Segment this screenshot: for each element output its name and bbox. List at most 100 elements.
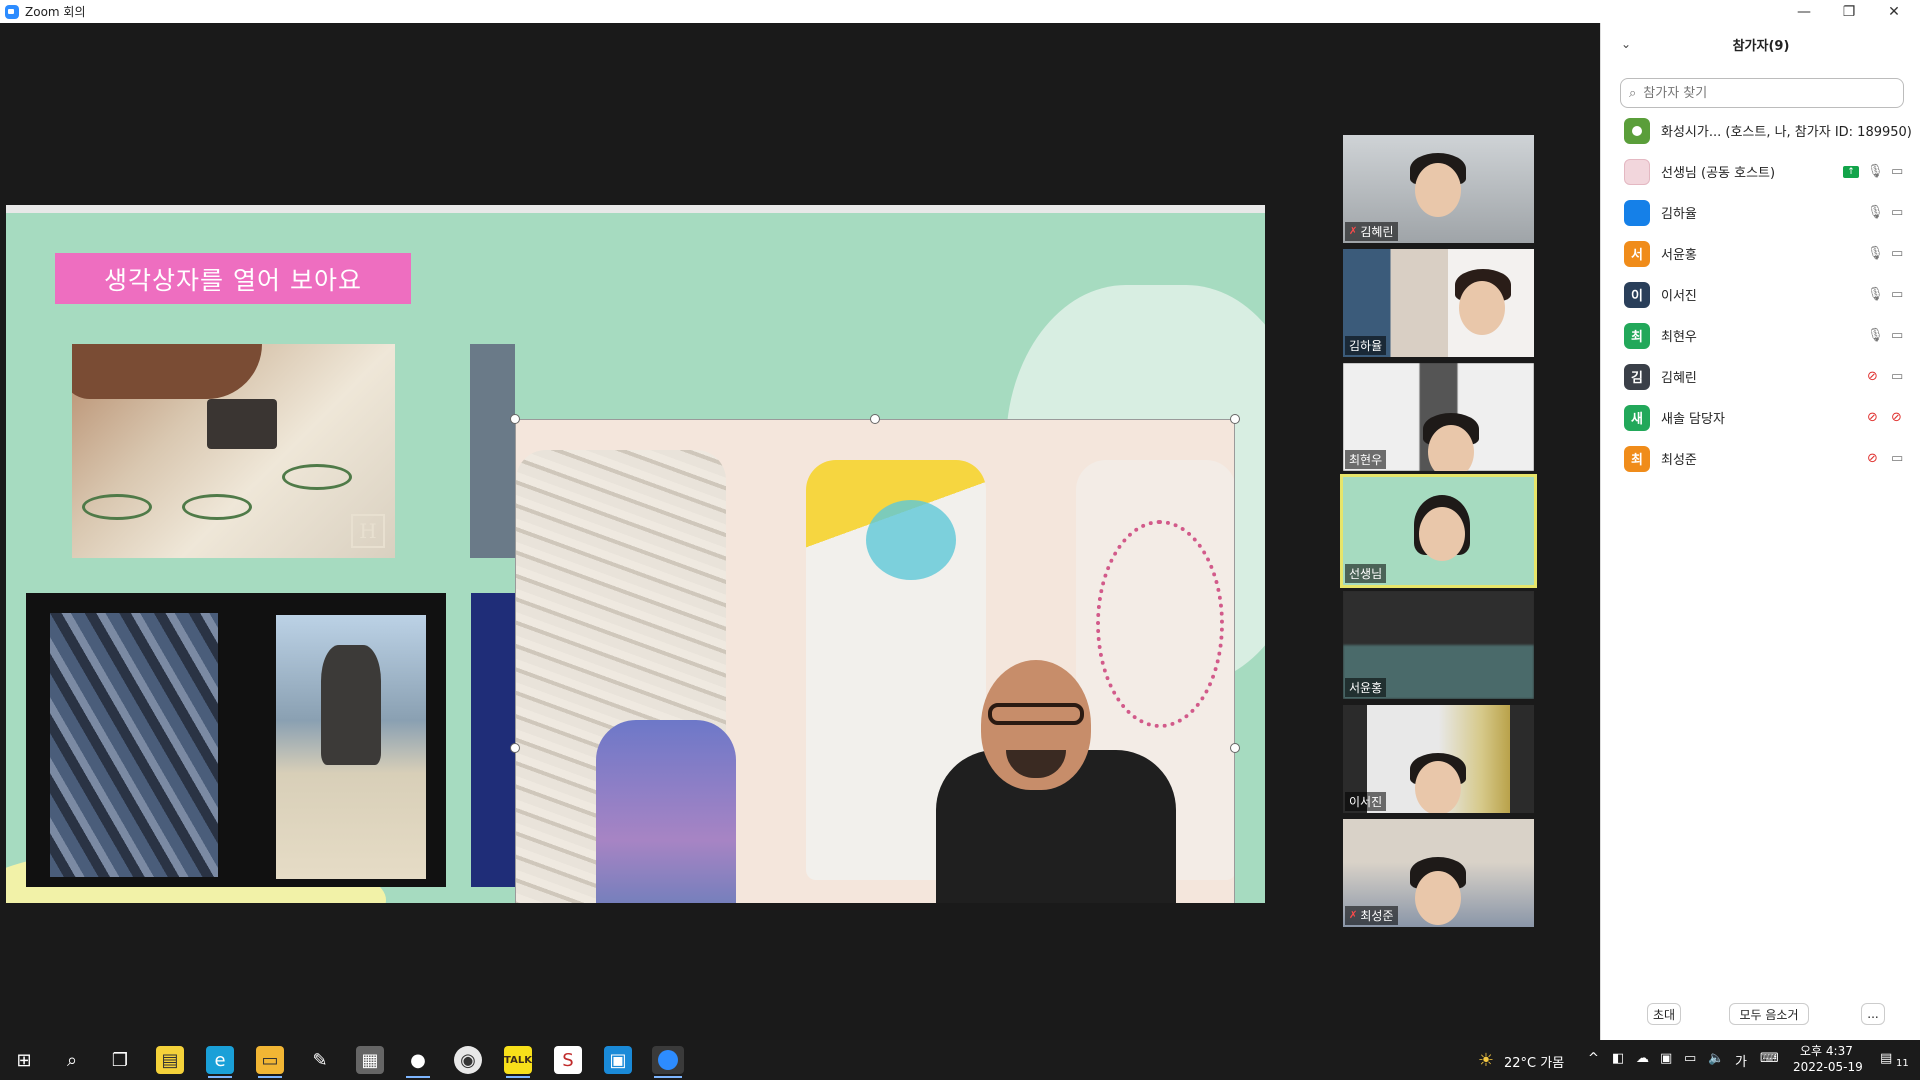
store-app-icon[interactable]: S <box>554 1046 582 1074</box>
participant-row[interactable]: 화성시가... (호스트, 나, 참가자 ID: 189950) <box>1601 110 1920 151</box>
mic-muted-icon[interactable]: ⊘ <box>1867 451 1878 466</box>
shared-screen[interactable]: 생각상자를 열어 보아요 H <box>6 205 1265 903</box>
windows-start-icon[interactable]: ⊞ <box>10 1046 38 1074</box>
zoom-logo-icon <box>5 4 19 19</box>
close-button[interactable]: ✕ <box>1872 0 1916 23</box>
more-options-button[interactable]: ... <box>1861 1003 1885 1025</box>
glasses-shape <box>988 703 1084 725</box>
zoom-tray-icon[interactable]: ◧ <box>1612 1051 1624 1066</box>
minimize-button[interactable]: — <box>1782 0 1826 23</box>
zoom-app-icon[interactable] <box>652 1046 684 1078</box>
photo-watermark: H <box>351 514 385 548</box>
video-tile-active-speaker[interactable]: 선생님 <box>1340 474 1537 588</box>
participant-row[interactable]: 선생님 (공동 호스트) ↑ 🎙 ▭ <box>1601 151 1920 192</box>
search-icon[interactable]: ⌕ <box>58 1046 86 1074</box>
ime-indicator[interactable]: 가 <box>1735 1051 1747 1070</box>
participant-name: 이서진 <box>1661 289 1697 304</box>
cloud-icon[interactable]: ☁ <box>1636 1051 1649 1066</box>
mic-muted-icon[interactable]: ⊘ <box>1867 369 1878 384</box>
participants-title: 참가자(9) <box>1732 39 1790 54</box>
participant-avatar: 이 <box>1624 281 1650 308</box>
sticky-notes-icon[interactable]: ▤ <box>156 1046 184 1074</box>
participant-row[interactable]: 이 이서진 🎙 ▭ <box>1601 274 1920 315</box>
weather-text[interactable]: 22°C 가몸 <box>1504 1052 1564 1071</box>
resize-handle[interactable] <box>870 414 880 424</box>
camera-icon[interactable]: ▭ <box>1891 205 1903 220</box>
app-icon[interactable]: ▣ <box>604 1046 632 1074</box>
clock-time[interactable]: 오후 4:37 <box>1800 1042 1853 1059</box>
mic-icon[interactable]: 🎙 <box>1867 287 1884 302</box>
participant-name: 화성시가... (호스트, 나, 참가자 ID: 189950) <box>1661 125 1912 140</box>
participant-search[interactable]: ⌕ <box>1620 78 1904 108</box>
participant-avatar <box>1624 117 1650 144</box>
video-tile[interactable]: ✗ 김혜린 <box>1343 135 1534 243</box>
mic-icon[interactable]: 🎙 <box>1867 246 1884 261</box>
participant-name: 최성준 <box>1661 453 1697 468</box>
participant-name: 새솔 담당자 <box>1661 412 1725 427</box>
participant-row[interactable]: 최 최성준 ⊘ ▭ <box>1601 438 1920 479</box>
fabric-fashion-photo <box>26 593 446 887</box>
tile-name: 김하율 <box>1349 339 1383 353</box>
file-explorer-icon[interactable]: ▭ <box>256 1046 284 1078</box>
participant-avatar: 최 <box>1624 445 1650 472</box>
participant-avatar: 김 <box>1624 363 1650 390</box>
camera-icon[interactable]: ▭ <box>1891 369 1903 384</box>
edge-browser-icon[interactable]: e <box>206 1046 234 1078</box>
blue-fabric-photo <box>471 593 516 887</box>
notification-icon[interactable]: ▤ <box>1880 1051 1892 1066</box>
task-view-icon[interactable]: ❐ <box>106 1046 134 1074</box>
resize-handle[interactable] <box>510 743 520 753</box>
video-tile[interactable]: 이서진 <box>1343 705 1534 813</box>
resize-handle[interactable] <box>510 414 520 424</box>
mic-icon[interactable]: 🎙 <box>1867 205 1884 220</box>
camera-icon[interactable]: ▭ <box>1891 451 1903 466</box>
chat-app-icon[interactable]: ● <box>404 1046 432 1078</box>
participant-avatar: 최 <box>1624 322 1650 349</box>
participants-panel: ⌄ 참가자(9) ⌕ 화성시가... (호스트, 나, 참가자 ID: 1899… <box>1600 23 1920 1040</box>
participant-search-input[interactable] <box>1641 84 1882 102</box>
mic-icon[interactable]: 🎙 <box>1867 164 1884 179</box>
participant-row[interactable]: 새 새솔 담당자 ⊘ ⊘ <box>1601 397 1920 438</box>
face-shape <box>1415 761 1461 813</box>
video-tile[interactable]: 서윤홍 <box>1343 591 1534 699</box>
resize-handle[interactable] <box>1230 414 1240 424</box>
mic-icon[interactable]: 🎙 <box>1867 328 1884 343</box>
volume-icon[interactable]: 🔈 <box>1708 1051 1724 1066</box>
print-pattern <box>282 464 352 490</box>
network-icon[interactable]: ▭ <box>1684 1051 1696 1066</box>
mute-all-button[interactable]: 모두 음소거 <box>1729 1003 1809 1025</box>
participant-row[interactable]: 김하율 🎙 ▭ <box>1601 192 1920 233</box>
tray-expand-icon[interactable]: ^ <box>1588 1051 1599 1066</box>
participant-row[interactable]: 최 최현우 🎙 ▭ <box>1601 315 1920 356</box>
restore-button[interactable]: ❐ <box>1827 0 1871 23</box>
paint-icon[interactable]: ✎ <box>306 1046 334 1074</box>
participant-row[interactable]: 김 김혜린 ⊘ ▭ <box>1601 356 1920 397</box>
tile-name: 이서진 <box>1349 795 1383 809</box>
camera-icon[interactable]: ▭ <box>1891 328 1903 343</box>
calculator-icon[interactable]: ▦ <box>356 1046 384 1074</box>
camera-off-icon[interactable]: ⊘ <box>1891 410 1902 425</box>
chrome-browser-icon[interactable]: ◉ <box>454 1046 482 1074</box>
clock-date[interactable]: 2022-05-19 <box>1793 1060 1863 1074</box>
leaf-fabric-shape <box>50 613 218 877</box>
video-tile[interactable]: ✗ 최성준 <box>1343 819 1534 927</box>
video-tile[interactable]: 김하율 <box>1343 249 1534 357</box>
face-shape <box>1428 425 1474 471</box>
participant-avatar <box>1624 158 1650 185</box>
display-icon[interactable]: ▣ <box>1660 1051 1672 1066</box>
camera-icon[interactable]: ▭ <box>1891 246 1903 261</box>
camera-icon[interactable]: ▭ <box>1891 164 1903 179</box>
face-shape <box>1415 163 1461 217</box>
participant-row[interactable]: 서 서윤홍 🎙 ▭ <box>1601 233 1920 274</box>
participant-avatar: 서 <box>1624 240 1650 267</box>
resize-handle[interactable] <box>1230 743 1240 753</box>
video-tile[interactable]: 최현우 <box>1343 363 1534 471</box>
embedded-video[interactable] <box>515 419 1235 903</box>
mic-muted-icon[interactable]: ⊘ <box>1867 410 1878 425</box>
invite-button[interactable]: 초대 <box>1647 1003 1681 1025</box>
screen-share-icon: ↑ <box>1843 165 1859 178</box>
kakaotalk-icon[interactable]: TALK <box>504 1046 532 1078</box>
camera-icon[interactable]: ▭ <box>1891 287 1903 302</box>
block-printing-photo: H <box>72 344 395 558</box>
keyboard-icon[interactable]: ⌨ <box>1760 1051 1779 1066</box>
